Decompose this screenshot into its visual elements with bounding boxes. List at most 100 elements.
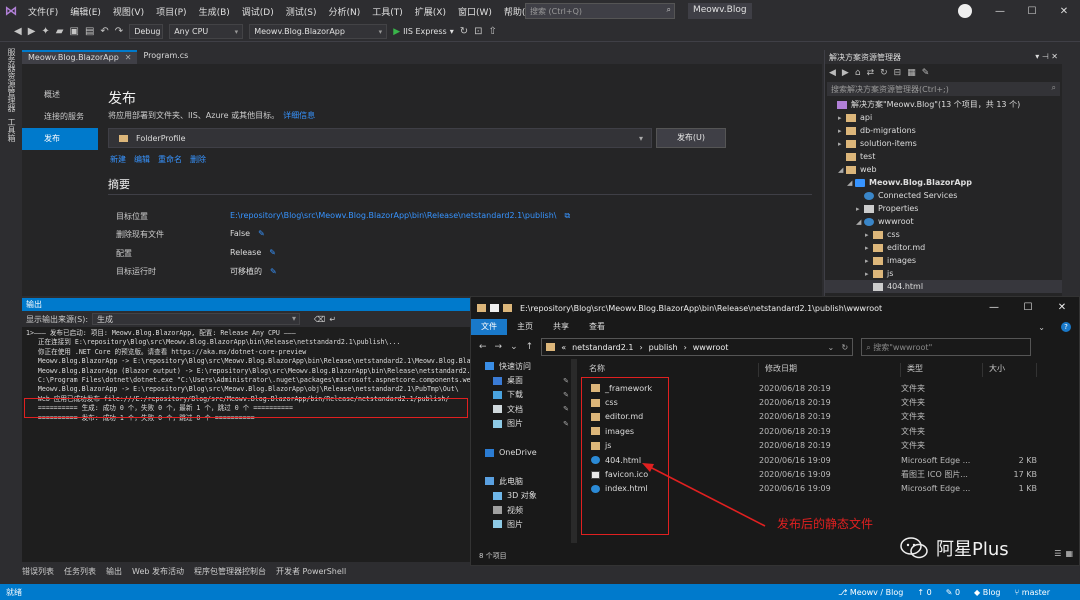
save-icon[interactable]: ▣ — [70, 26, 79, 37]
collapse-icon[interactable]: ⊟ — [894, 68, 902, 78]
solution-search-input[interactable]: 搜索解决方案资源管理器(Ctrl+;) ⌕ — [827, 82, 1060, 96]
menu-item[interactable]: 生成(B) — [193, 5, 236, 18]
breadcrumb-publish[interactable]: publish — [649, 343, 678, 352]
nav-item[interactable]: 图片 ✎ — [471, 417, 575, 431]
new-profile-link[interactable]: 新建 — [110, 154, 126, 165]
tree-item[interactable]: 404.html — [825, 280, 1062, 293]
tree-item[interactable]: ▸ db-migrations — [825, 124, 1062, 137]
tab-home[interactable]: 主页 — [507, 319, 543, 335]
status-project[interactable]: ◆ Blog — [974, 588, 1000, 597]
tree-item[interactable]: 解决方案"Meowv.Blog"(13 个项目，共 13 个) — [825, 98, 1062, 111]
column-date[interactable]: 修改日期 — [759, 363, 901, 377]
output-source-select[interactable]: 生成 ▾ — [92, 313, 301, 325]
maximize-icon[interactable]: ☐ — [1016, 6, 1048, 17]
column-type[interactable]: 类型 — [901, 363, 983, 377]
copy-icon[interactable]: ⧉ — [564, 211, 570, 220]
nav-overview[interactable]: 概述 — [22, 84, 98, 106]
tree-item[interactable]: ▸ css — [825, 228, 1062, 241]
live-share-icon[interactable]: ⇧ — [488, 26, 496, 37]
status-pending[interactable]: ✎ 0 — [946, 588, 960, 597]
startup-project-select[interactable]: Meowv.Blog.BlazorApp ▾ — [249, 24, 388, 39]
up-arrow-icon[interactable]: ↑ — [526, 342, 534, 352]
help-icon[interactable]: ? — [1061, 322, 1071, 332]
bottom-tab[interactable]: 输出 — [106, 566, 122, 577]
properties-icon[interactable]: ✎ — [922, 68, 930, 78]
menu-item[interactable]: 工具(T) — [366, 5, 409, 18]
expand-arrow-icon[interactable]: ▸ — [856, 205, 864, 213]
summary-value-target[interactable]: E:\repository\Blog\src\Meowv.Blog.Blazor… — [230, 211, 570, 221]
expand-arrow-icon[interactable]: ▸ — [865, 270, 873, 278]
refresh-icon[interactable]: ↻ — [841, 343, 848, 352]
pin-icon[interactable]: ✎ — [563, 391, 569, 399]
expand-arrow-icon[interactable]: ▸ — [838, 140, 846, 148]
nav-item[interactable]: 下载 ✎ — [471, 388, 575, 402]
large-icons-view-icon[interactable]: ▦ — [1065, 549, 1073, 558]
menu-item[interactable]: 分析(N) — [322, 5, 366, 18]
pin-close-icons[interactable]: ▾ ⊣ ✕ — [1035, 52, 1058, 62]
tab-view[interactable]: 查看 — [579, 319, 615, 335]
expand-arrow-icon[interactable]: ▸ — [865, 231, 873, 239]
tree-item[interactable]: ▸ Properties — [825, 202, 1062, 215]
delete-profile-link[interactable]: 删除 — [190, 154, 206, 165]
new-folder-icon[interactable] — [503, 304, 512, 312]
browser-link-icon[interactable]: ⊡ — [474, 26, 482, 37]
edit-pencil-icon[interactable]: ✎ — [270, 267, 277, 276]
back-icon[interactable]: ◀ — [14, 26, 22, 37]
menu-item[interactable]: 文件(F) — [22, 5, 64, 18]
chevron-down-icon[interactable]: ⌄ — [827, 343, 834, 352]
minimize-icon[interactable]: — — [984, 6, 1016, 17]
expand-arrow-icon[interactable]: ◢ — [847, 179, 855, 187]
expand-arrow-icon[interactable]: ▸ — [865, 257, 873, 265]
close-icon[interactable]: ✕ — [125, 53, 132, 62]
clear-all-icon[interactable]: ⌫ — [314, 315, 325, 324]
quick-search-input[interactable]: 搜索 (Ctrl+Q) ⌕ — [525, 3, 675, 19]
breadcrumb-wwwroot[interactable]: wwwroot — [693, 343, 729, 352]
save-all-icon[interactable]: ▤ — [85, 26, 94, 37]
forward-icon[interactable]: ▶ — [842, 68, 849, 78]
expand-arrow-icon[interactable]: ◢ — [838, 166, 846, 174]
account-avatar-icon[interactable] — [958, 4, 972, 18]
close-icon[interactable]: ✕ — [1045, 297, 1079, 319]
tree-item[interactable]: ▸ images — [825, 254, 1062, 267]
expand-arrow-icon[interactable]: ◢ — [856, 218, 864, 226]
bottom-tab[interactable]: 开发者 PowerShell — [276, 566, 346, 577]
nav-item[interactable]: 图片 — [471, 517, 575, 531]
redo-icon[interactable]: ↷ — [115, 26, 123, 37]
menu-item[interactable]: 项目(P) — [150, 5, 192, 18]
explorer-search-input[interactable]: ⌕ 搜索"wwwroot" — [861, 338, 1032, 356]
tree-item[interactable]: Connected Services — [825, 189, 1062, 202]
tree-item[interactable]: ◢ Meowv.Blog.BlazorApp — [825, 176, 1062, 189]
tree-item[interactable]: ◢ web — [825, 163, 1062, 176]
open-icon[interactable]: ▰ — [56, 26, 64, 37]
status-branch[interactable]: ⑂ master — [1014, 588, 1050, 597]
server-explorer-tab[interactable]: 服务器资源管理器 — [6, 48, 17, 112]
tree-item[interactable]: ▸ solution-items — [825, 137, 1062, 150]
details-link[interactable]: 详细信息 — [283, 111, 315, 120]
status-repo[interactable]: ⎇ Meowv / Blog — [838, 588, 903, 597]
nav-item[interactable]: 桌面 ✎ — [471, 373, 575, 387]
status-up[interactable]: ↑ 0 — [917, 588, 931, 597]
sync-icon[interactable]: ⇄ — [867, 68, 875, 78]
bottom-tab[interactable]: 任务列表 — [64, 566, 96, 577]
configuration-select[interactable]: Debug — [129, 24, 164, 39]
bottom-tab[interactable]: 程序包管理器控制台 — [194, 566, 266, 577]
tree-item[interactable]: ▸ js — [825, 267, 1062, 280]
column-size[interactable]: 大小 — [983, 363, 1037, 377]
edit-pencil-icon[interactable]: ✎ — [258, 229, 265, 238]
home-icon[interactable]: ⌂ — [855, 68, 861, 78]
bottom-tab[interactable]: Web 发布活动 — [132, 566, 184, 577]
maximize-icon[interactable]: ☐ — [1011, 297, 1045, 319]
toolbox-tab[interactable]: 工具箱 — [6, 118, 17, 142]
pin-icon[interactable]: ✎ — [563, 420, 569, 428]
rename-profile-link[interactable]: 重命名 — [158, 154, 182, 165]
tab-file[interactable]: 文件 — [471, 319, 507, 335]
tree-item[interactable]: ▸ editor.md — [825, 241, 1062, 254]
nav-publish[interactable]: 发布 — [22, 128, 98, 150]
refresh-icon[interactable]: ↻ — [460, 26, 468, 37]
new-project-icon[interactable]: ✦ — [41, 26, 49, 37]
nav-item[interactable]: 3D 对象 — [471, 489, 575, 503]
tab-program-cs[interactable]: Program.cs — [137, 50, 194, 64]
edit-profile-link[interactable]: 编辑 — [134, 154, 150, 165]
nav-connected-services[interactable]: 连接的服务 — [22, 106, 98, 128]
forward-arrow-icon[interactable]: → — [495, 342, 503, 352]
